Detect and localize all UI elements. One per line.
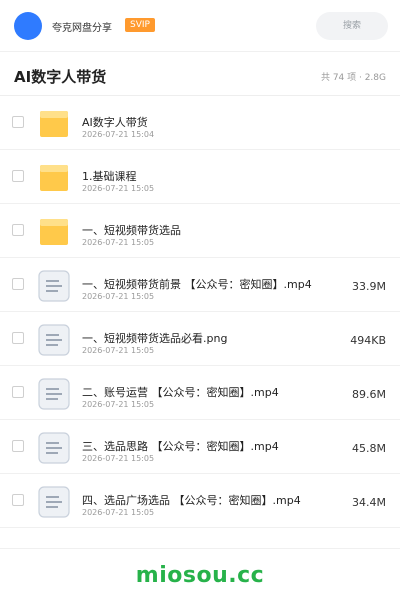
folder-meta: 共 74 项 · 2.8G bbox=[320, 73, 386, 83]
file-date: 2026-07-21 15:04 bbox=[82, 130, 155, 139]
file-name[interactable]: 二、账号运营 【公众号：密知圈】.mp4 bbox=[82, 384, 279, 400]
file-name[interactable]: 一、短视频带货前景 【公众号：密知圈】.mp4 bbox=[82, 276, 312, 292]
file-icon bbox=[38, 432, 70, 464]
file-row[interactable]: AI数字人带货 2026-07-21 15:04 bbox=[0, 96, 400, 150]
file-row[interactable]: 一、短视频带货选品必看.png 2026-07-21 15:05 494KB bbox=[0, 312, 400, 366]
file-icon bbox=[38, 378, 70, 410]
file-name[interactable]: 一、短视频带货选品 bbox=[82, 222, 181, 238]
file-row[interactable]: 二、账号运营 【公众号：密知圈】.mp4 2026-07-21 15:05 89.6… bbox=[0, 366, 400, 420]
file-date: 2026-07-21 15:05 bbox=[82, 454, 155, 463]
row-checkbox[interactable] bbox=[12, 440, 24, 452]
row-checkbox[interactable] bbox=[12, 224, 24, 236]
file-date: 2026-07-21 15:05 bbox=[82, 400, 155, 409]
footer: miosou.cc bbox=[0, 548, 400, 600]
page-title: AI数字人带货 bbox=[14, 68, 107, 86]
row-checkbox[interactable] bbox=[12, 386, 24, 398]
share-name: 夸克网盘分享 bbox=[52, 23, 112, 34]
file-row[interactable]: 一、短视频带货选品 2026-07-21 15:05 bbox=[0, 204, 400, 258]
file-name[interactable]: 1.基础课程 bbox=[82, 168, 137, 184]
row-checkbox[interactable] bbox=[12, 278, 24, 290]
avatar[interactable] bbox=[14, 12, 42, 40]
file-row[interactable]: 一、短视频带货前景 【公众号：密知圈】.mp4 2026-07-21 15:05 3… bbox=[0, 258, 400, 312]
file-size: 45.8M bbox=[352, 442, 386, 455]
file-size: 89.6M bbox=[352, 388, 386, 401]
file-name[interactable]: 一、短视频带货选品必看.png bbox=[82, 330, 227, 346]
folder-title-bar: AI数字人带货 共 74 项 · 2.8G bbox=[0, 52, 400, 96]
file-size: 494KB bbox=[350, 334, 386, 347]
file-date: 2026-07-21 15:05 bbox=[82, 184, 155, 193]
file-row[interactable]: 四、选品广场选品 【公众号：密知圈】.mp4 2026-07-21 15:05 34… bbox=[0, 474, 400, 528]
file-name[interactable]: AI数字人带货 bbox=[82, 114, 148, 130]
row-checkbox[interactable] bbox=[12, 170, 24, 182]
share-header: 夸克网盘分享 SVIP 搜索 bbox=[0, 0, 400, 52]
file-size: 33.9M bbox=[352, 280, 386, 293]
row-checkbox[interactable] bbox=[12, 332, 24, 344]
file-date: 2026-07-21 15:05 bbox=[82, 508, 155, 517]
folder-icon bbox=[38, 108, 70, 140]
file-row[interactable]: 1.基础课程 2026-07-21 15:05 bbox=[0, 150, 400, 204]
folder-icon bbox=[38, 216, 70, 248]
row-checkbox[interactable] bbox=[12, 494, 24, 506]
file-list: AI数字人带货 2026-07-21 15:04 1.基础课程 2026-07-21 … bbox=[0, 96, 400, 528]
folder-icon bbox=[38, 162, 70, 194]
file-icon bbox=[38, 486, 70, 518]
search-input[interactable]: 搜索 bbox=[316, 12, 388, 40]
file-icon bbox=[38, 270, 70, 302]
file-row[interactable]: 三、选品思路 【公众号：密知圈】.mp4 2026-07-21 15:05 45.8… bbox=[0, 420, 400, 474]
file-date: 2026-07-21 15:05 bbox=[82, 346, 155, 355]
file-size: 34.4M bbox=[352, 496, 386, 509]
svip-badge: SVIP bbox=[125, 18, 155, 32]
file-icon bbox=[38, 324, 70, 356]
file-name[interactable]: 三、选品思路 【公众号：密知圈】.mp4 bbox=[82, 438, 279, 454]
file-name[interactable]: 四、选品广场选品 【公众号：密知圈】.mp4 bbox=[82, 492, 301, 508]
row-checkbox[interactable] bbox=[12, 116, 24, 128]
file-date: 2026-07-21 15:05 bbox=[82, 238, 155, 247]
file-date: 2026-07-21 15:05 bbox=[82, 292, 155, 301]
brand-watermark: miosou.cc bbox=[135, 563, 265, 588]
